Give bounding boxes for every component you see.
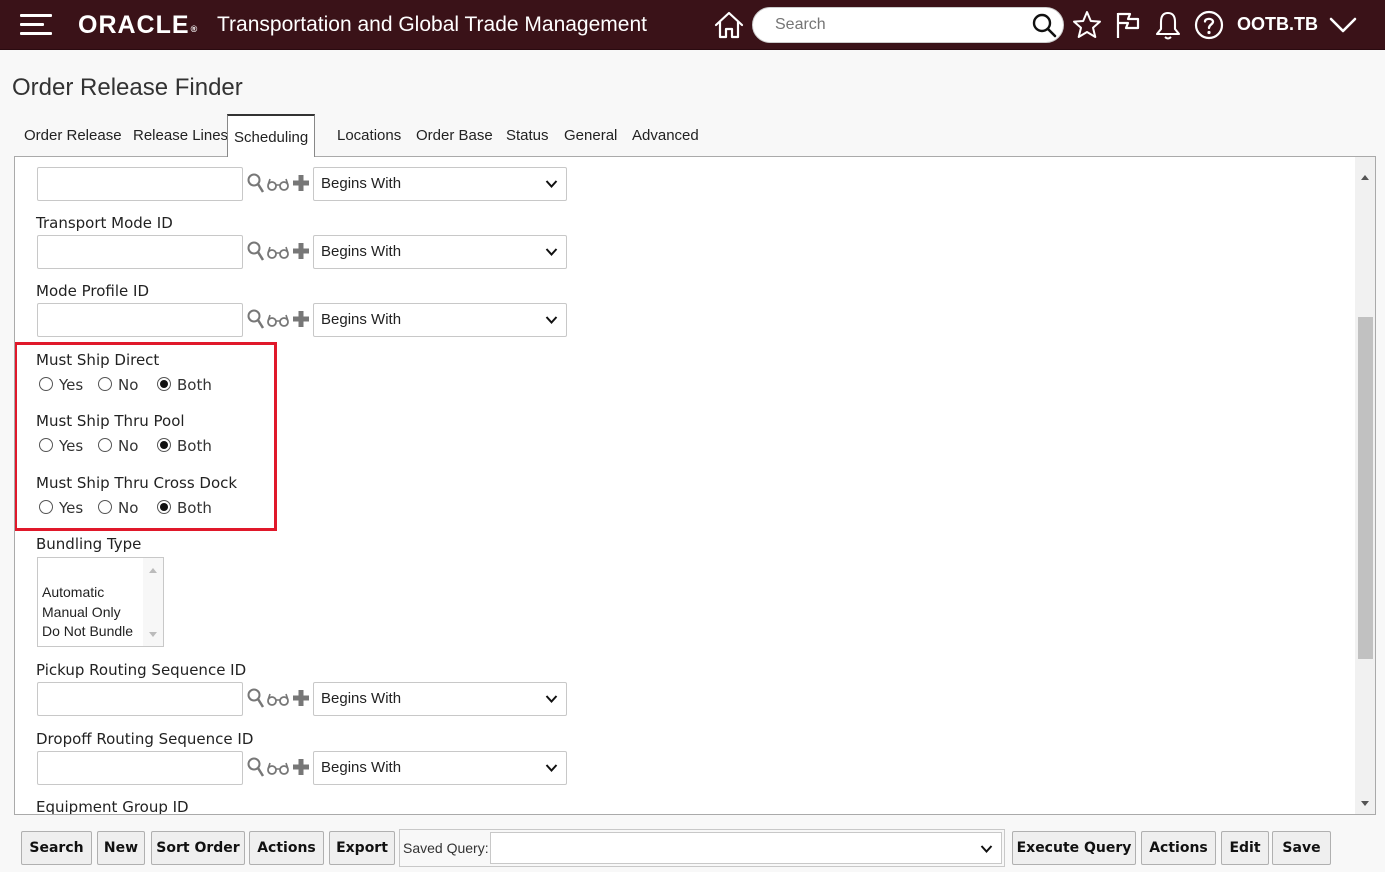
- dropoff-routing-input[interactable]: [37, 751, 243, 785]
- tab-order-release[interactable]: Order Release: [24, 114, 122, 156]
- new-button[interactable]: New: [97, 831, 145, 865]
- scroll-up-icon[interactable]: [148, 566, 158, 574]
- saved-query-group: Saved Query:: [399, 829, 1005, 867]
- home-icon[interactable]: [713, 9, 745, 41]
- tab-release-lines[interactable]: Release Lines: [133, 114, 228, 156]
- chevron-down-icon: [545, 316, 558, 324]
- mode-profile-input[interactable]: [37, 303, 243, 337]
- pickup-routing-operator-select[interactable]: Begins With: [313, 682, 567, 716]
- oracle-logo: ORACLE®: [78, 11, 198, 39]
- flag-icon[interactable]: [1112, 9, 1144, 41]
- top-field-input[interactable]: [37, 167, 243, 201]
- actions-secondary-button[interactable]: Actions: [1141, 831, 1216, 865]
- actions-button[interactable]: Actions: [249, 831, 324, 865]
- tab-locations[interactable]: Locations: [337, 114, 401, 156]
- must-ship-thru-cross-dock-no-radio[interactable]: No: [98, 499, 138, 519]
- star-icon[interactable]: [1071, 9, 1103, 41]
- bundling-type-label: Bundling Type: [36, 535, 142, 553]
- must-ship-thru-cross-dock-both-radio[interactable]: Both: [157, 499, 212, 519]
- chevron-down-icon: [545, 764, 558, 772]
- dropoff-routing-operator-select[interactable]: Begins With: [313, 751, 567, 785]
- chevron-down-icon[interactable]: [1328, 12, 1358, 38]
- add-icon[interactable]: [292, 689, 310, 707]
- global-search[interactable]: [752, 7, 1064, 43]
- tab-status[interactable]: Status: [506, 114, 549, 156]
- bundling-option-automatic[interactable]: Automatic: [42, 584, 104, 600]
- must-ship-thru-pool-both-radio[interactable]: Both: [157, 437, 212, 457]
- mode-profile-label: Mode Profile ID: [36, 282, 150, 300]
- transport-mode-input[interactable]: [37, 235, 243, 269]
- bundling-option-manual-only[interactable]: Manual Only: [42, 604, 121, 620]
- chevron-down-icon: [980, 845, 993, 853]
- execute-query-button[interactable]: Execute Query: [1012, 831, 1136, 865]
- page-title: Order Release Finder: [12, 74, 243, 101]
- lookup-icon[interactable]: [247, 757, 265, 779]
- export-button[interactable]: Export: [329, 831, 395, 865]
- must-ship-direct-both-radio[interactable]: Both: [157, 376, 212, 396]
- scroll-down-icon[interactable]: [1359, 798, 1371, 810]
- must-ship-thru-cross-dock-yes-radio[interactable]: Yes: [39, 499, 83, 519]
- bottom-toolbar: Search New Sort Order Actions Export Sav…: [14, 826, 1332, 869]
- lookup-icon[interactable]: [247, 241, 265, 263]
- menu-icon[interactable]: [20, 14, 52, 36]
- save-button[interactable]: Save: [1272, 831, 1331, 865]
- must-ship-thru-cross-dock-label: Must Ship Thru Cross Dock: [36, 474, 238, 492]
- top-operator-select[interactable]: Begins With: [313, 167, 567, 201]
- glasses-icon[interactable]: [267, 177, 289, 191]
- add-icon[interactable]: [292, 310, 310, 328]
- edit-button[interactable]: Edit: [1221, 831, 1269, 865]
- glasses-icon[interactable]: [267, 313, 289, 327]
- chevron-down-icon: [545, 248, 558, 256]
- app-title: Transportation and Global Trade Manageme…: [217, 13, 647, 36]
- must-ship-thru-pool-label: Must Ship Thru Pool: [36, 412, 185, 430]
- equipment-group-label: Equipment Group ID: [36, 798, 189, 815]
- tab-general[interactable]: General: [564, 114, 617, 156]
- scroll-down-icon[interactable]: [148, 631, 158, 639]
- lookup-icon[interactable]: [247, 688, 265, 710]
- sort-order-button[interactable]: Sort Order: [151, 831, 245, 865]
- lookup-icon[interactable]: [247, 173, 265, 195]
- add-icon[interactable]: [292, 242, 310, 260]
- glasses-icon[interactable]: [267, 245, 289, 259]
- add-icon[interactable]: [292, 758, 310, 776]
- must-ship-thru-pool-no-radio[interactable]: No: [98, 437, 138, 457]
- tab-scheduling[interactable]: Scheduling: [227, 114, 316, 157]
- app-header: ORACLE® Transportation and Global Trade …: [0, 0, 1385, 50]
- help-icon[interactable]: [1193, 9, 1225, 41]
- bundling-type-listbox[interactable]: Automatic Manual Only Do Not Bundle: [37, 557, 164, 647]
- transport-mode-operator-select[interactable]: Begins With: [313, 235, 567, 269]
- tab-order-base[interactable]: Order Base: [416, 114, 493, 156]
- pickup-routing-label: Pickup Routing Sequence ID: [36, 661, 247, 679]
- search-input[interactable]: [773, 14, 1023, 36]
- chevron-down-icon: [545, 180, 558, 188]
- add-icon[interactable]: [292, 174, 310, 192]
- user-menu[interactable]: OOTB.TB: [1237, 14, 1318, 35]
- saved-query-label: Saved Query:: [403, 840, 489, 856]
- chevron-down-icon: [545, 695, 558, 703]
- scheduling-form-panel: Begins With Transport Mode ID Begins Wit…: [14, 156, 1376, 815]
- glasses-icon[interactable]: [267, 761, 289, 775]
- saved-query-select[interactable]: [490, 832, 1002, 864]
- listbox-scrollbar[interactable]: [143, 558, 163, 646]
- must-ship-direct-yes-radio[interactable]: Yes: [39, 376, 83, 396]
- tab-advanced[interactable]: Advanced: [632, 114, 699, 156]
- must-ship-direct-label: Must Ship Direct: [36, 351, 160, 369]
- scroll-thumb[interactable]: [1358, 317, 1373, 659]
- pickup-routing-input[interactable]: [37, 682, 243, 716]
- glasses-icon[interactable]: [267, 692, 289, 706]
- scroll-up-icon[interactable]: [1359, 171, 1371, 183]
- bell-icon[interactable]: [1152, 9, 1184, 41]
- must-ship-thru-pool-yes-radio[interactable]: Yes: [39, 437, 83, 457]
- search-icon[interactable]: [1031, 12, 1057, 38]
- must-ship-direct-no-radio[interactable]: No: [98, 376, 138, 396]
- transport-mode-label: Transport Mode ID: [36, 214, 173, 232]
- lookup-icon[interactable]: [247, 309, 265, 331]
- panel-scrollbar[interactable]: [1355, 157, 1375, 814]
- bundling-option-do-not-bundle[interactable]: Do Not Bundle: [42, 623, 133, 639]
- dropoff-routing-label: Dropoff Routing Sequence ID: [36, 730, 254, 748]
- mode-profile-operator-select[interactable]: Begins With: [313, 303, 567, 337]
- search-button[interactable]: Search: [21, 831, 92, 865]
